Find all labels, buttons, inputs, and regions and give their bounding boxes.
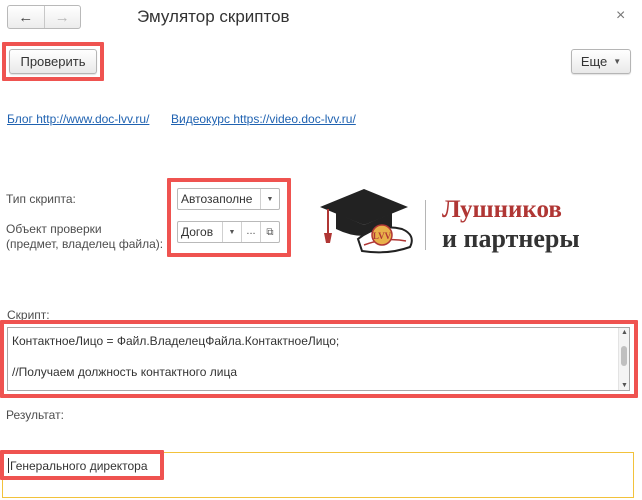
logo-name-line2: и партнеры <box>442 224 580 253</box>
chevron-down-icon[interactable]: ▼ <box>222 222 241 242</box>
script-scrollbar[interactable]: ▲ ▼ <box>618 328 629 390</box>
scroll-up-icon[interactable]: ▲ <box>621 329 628 336</box>
more-button[interactable]: Еще ▼ <box>571 49 631 74</box>
check-object-field[interactable]: Догов ▼ ... ⧉ <box>177 221 280 243</box>
more-button-label: Еще <box>580 54 608 69</box>
text-cursor <box>8 458 9 473</box>
blog-link[interactable]: Блог http://www.doc-lvv.ru/ <box>7 112 149 126</box>
back-button[interactable]: ← <box>8 6 44 28</box>
result-value: Генерального директора <box>10 459 148 473</box>
forward-button[interactable]: → <box>43 6 81 28</box>
select-button[interactable]: ... <box>241 222 260 242</box>
check-object-label: Объект проверки <box>6 222 102 236</box>
logo-separator <box>425 200 426 250</box>
result-label: Результат: <box>6 408 64 422</box>
arrow-left-icon: ← <box>18 8 34 26</box>
script-line: КонтактноеЛицо = Файл.ВладелецФайла.Конт… <box>12 334 340 348</box>
script-type-select[interactable]: Автозаполне ▼ <box>177 188 280 210</box>
caret-down-icon: ▼ <box>613 57 622 66</box>
close-icon[interactable]: × <box>616 7 625 25</box>
arrow-right-icon: → <box>54 8 70 26</box>
scroll-down-icon[interactable]: ▼ <box>621 382 628 389</box>
chevron-down-icon[interactable]: ▼ <box>260 189 279 209</box>
script-type-value: Автозаполне <box>181 192 253 206</box>
open-icon[interactable]: ⧉ <box>260 222 279 242</box>
logo-badge-text: LVV <box>373 231 392 241</box>
logo-graduation-cap-icon: LVV <box>320 189 413 254</box>
window-title: Эмулятор скриптов <box>137 7 290 26</box>
script-line: //Получаем должность контактного лица <box>12 365 237 379</box>
check-object-label-sub: (предмет, владелец файла): <box>6 237 164 251</box>
scroll-thumb[interactable] <box>621 346 627 366</box>
check-button[interactable]: Проверить <box>9 49 97 74</box>
script-type-label: Тип скрипта: <box>6 192 76 206</box>
video-course-link[interactable]: Видеокурс https://video.doc-lvv.ru/ <box>171 112 356 126</box>
check-object-value: Догов <box>181 225 214 239</box>
logo-name-line1: Лушников <box>442 196 562 223</box>
script-editor[interactable]: КонтактноеЛицо = Файл.ВладелецФайла.Конт… <box>7 327 630 391</box>
navigation-buttons: ← → <box>7 5 81 29</box>
